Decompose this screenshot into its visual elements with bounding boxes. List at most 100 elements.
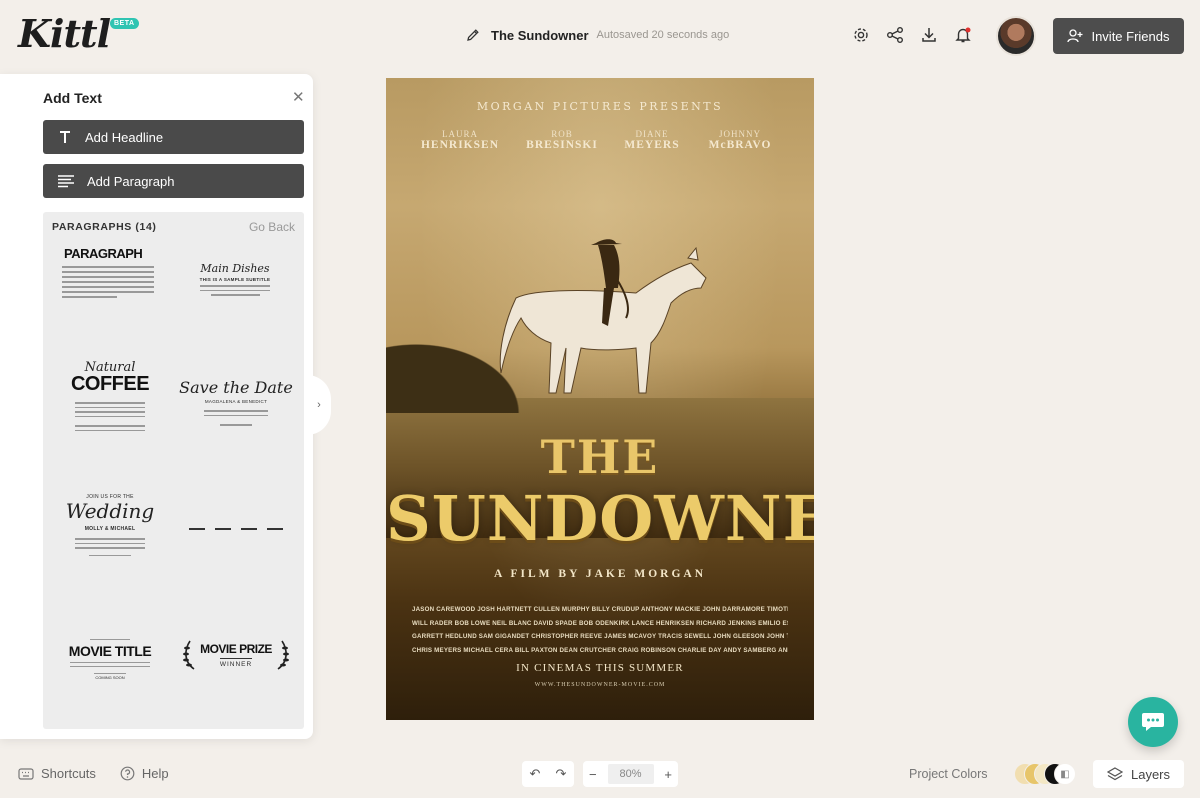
cast-last-name: McBRAVO: [708, 139, 772, 151]
zoom-out-button[interactable]: −: [589, 767, 597, 782]
paragraph-template-tile[interactable]: [177, 528, 295, 638]
redo-icon[interactable]: ↷: [556, 766, 567, 782]
cast-last-name: MEYERS: [624, 139, 680, 151]
panel-collapse-tab[interactable]: ›: [307, 375, 331, 435]
autosave-status: Autosaved 20 seconds ago: [596, 29, 730, 41]
user-avatar[interactable]: [996, 16, 1036, 56]
headline-icon: [60, 131, 70, 143]
tile-title: Save the Date: [179, 378, 293, 397]
add-paragraph-button[interactable]: Add Paragraph: [43, 164, 304, 198]
paragraph-template-tile[interactable]: MOVIE TITLE COMING SOON: [51, 636, 169, 729]
layers-label: Layers: [1130, 766, 1171, 782]
design-canvas-poster[interactable]: MORGAN PICTURES PRESENTS LAURA HENRIKSEN …: [386, 78, 814, 720]
project-color-swatches[interactable]: ◧: [1014, 763, 1076, 785]
history-controls: ↶ ↷: [522, 761, 574, 787]
tile-text-lines: [70, 659, 150, 674]
keyboard-icon: [18, 767, 34, 780]
credits-line: JASON CAREWOOD JOSH HARTNETT CULLEN MURP…: [412, 606, 788, 613]
laurel-right-icon: [277, 640, 289, 670]
download-icon[interactable]: [920, 26, 938, 44]
header-actions: [852, 26, 972, 44]
tile-title: Main Dishes: [200, 262, 270, 275]
cast-last-name: BRESINSKI: [526, 139, 598, 151]
document-title-bar: The Sundowner Autosaved 20 seconds ago: [466, 25, 729, 45]
chevron-right-icon: ›: [317, 399, 321, 411]
zoom-control: − 80% +: [583, 761, 678, 787]
paragraph-template-tile[interactable]: Save the Date MAGDALENA & BENEDICT: [177, 378, 295, 488]
layers-icon: [1106, 767, 1123, 781]
cast-credit[interactable]: ROB BRESINSKI: [517, 129, 607, 151]
tile-text-lines: [62, 263, 154, 301]
help-icon: [120, 766, 135, 781]
paragraph-template-tile[interactable]: Main Dishes THIS IS A SAMPLE SUBTITLE: [176, 262, 294, 372]
tile-title: Wedding: [65, 499, 155, 523]
close-icon[interactable]: ✕: [292, 90, 305, 105]
cast-credit[interactable]: DIANE MEYERS: [607, 129, 697, 151]
paragraph-icon: [58, 175, 74, 188]
add-headline-label: Add Headline: [85, 129, 164, 145]
credits-line: WILL RADER BOB LOWE NEIL BLANC DAVID SPA…: [412, 619, 788, 627]
paragraph-template-tile[interactable]: PARAGRAPH: [49, 246, 167, 356]
go-back-link[interactable]: Go Back: [249, 220, 295, 234]
zoom-in-button[interactable]: +: [664, 767, 672, 782]
project-colors-label[interactable]: Project Colors: [909, 767, 988, 781]
cast-first-name: ROB: [551, 129, 573, 139]
tile-subtitle: MOLLY & MICHAEL: [84, 526, 136, 532]
tile-text-lines: [75, 535, 145, 556]
panel-title: Add Text: [43, 90, 102, 106]
tile-title: COFFEE: [70, 373, 150, 395]
cast-last-name: HENRIKSEN: [420, 139, 500, 151]
pencil-icon[interactable]: [466, 28, 480, 42]
cast-first-name: LAURA: [442, 129, 478, 139]
cast-credit[interactable]: LAURA HENRIKSEN: [415, 129, 505, 151]
tile-text-lines: [200, 282, 270, 299]
chat-support-button[interactable]: [1128, 697, 1178, 747]
tile-title: MOVIE TITLE: [68, 643, 152, 659]
poster-title-main[interactable]: SUNDOWNER: [386, 482, 814, 555]
footer-left: Shortcuts Help: [18, 766, 169, 781]
poster-byline[interactable]: A FILM BY JAKE MORGAN: [386, 568, 814, 580]
tile-subtitle: COMING SOON: [95, 675, 125, 680]
tile-columns: [189, 528, 283, 532]
help-button[interactable]: Help: [120, 766, 169, 781]
paragraph-template-tile[interactable]: MOVIE PRIZE WINNER: [177, 640, 295, 729]
paragraph-template-tile[interactable]: Natural COFFEE: [51, 360, 169, 470]
notification-bell-icon[interactable]: [954, 26, 972, 44]
zoom-level[interactable]: 80%: [607, 764, 654, 784]
shortcuts-button[interactable]: Shortcuts: [18, 766, 96, 781]
cowboy-horse-image[interactable]: [476, 218, 726, 418]
poster-url[interactable]: WWW.THESUNDOWNER-MOVIE.COM: [386, 682, 814, 688]
gear-icon[interactable]: [852, 26, 870, 44]
chat-bubble-icon: [1142, 713, 1164, 731]
paragraph-template-tile[interactable]: JOIN US FOR THE Wedding MOLLY & MICHAEL: [51, 494, 169, 604]
shortcuts-label: Shortcuts: [41, 766, 96, 781]
layers-button[interactable]: Layers: [1093, 760, 1184, 788]
laurel-left-icon: [183, 640, 195, 670]
poster-presents[interactable]: MORGAN PICTURES PRESENTS: [386, 100, 814, 113]
cast-first-name: JOHNNY: [719, 129, 761, 139]
beta-badge: BETA: [110, 18, 139, 29]
tile-text-lines: [75, 399, 145, 434]
credits-line: CHRIS MEYERS MICHAEL CERA BILL PAXTON DE…: [412, 646, 788, 654]
gallery-heading: PARAGRAPHS (14): [52, 221, 157, 233]
add-text-panel: Add Text ✕ Add Headline Add Paragraph PA…: [0, 74, 313, 739]
poster-tagline[interactable]: IN CINEMAS THIS SUMMER: [386, 662, 814, 674]
poster-credits-block[interactable]: JASON CAREWOOD JOSH HARTNETT CULLEN MURP…: [412, 603, 788, 657]
add-headline-button[interactable]: Add Headline: [43, 120, 304, 154]
help-label: Help: [141, 766, 169, 781]
tile-subtitle: MAGDALENA & BENEDICT: [204, 399, 268, 404]
undo-icon[interactable]: ↶: [530, 766, 541, 782]
tile-title: PARAGRAPH: [64, 246, 143, 261]
kittl-logo[interactable]: Kittl BETA: [18, 12, 139, 56]
poster-title-the[interactable]: THE: [386, 430, 814, 484]
document-name[interactable]: The Sundowner: [491, 28, 589, 43]
add-user-icon: [1067, 29, 1083, 43]
invite-friends-label: Invite Friends: [1091, 28, 1170, 44]
invite-friends-button[interactable]: Invite Friends: [1053, 18, 1184, 54]
paragraph-gallery: PARAGRAPHS (14) Go Back PARAGRAPH Main D…: [43, 212, 304, 729]
cast-credit[interactable]: JOHNNY McBRAVO: [695, 129, 785, 151]
palette-icon[interactable]: ◧: [1054, 763, 1076, 785]
share-icon[interactable]: [886, 26, 904, 44]
tile-text-lines: [204, 407, 268, 426]
tile-title: MOVIE PRIZE: [200, 641, 272, 656]
